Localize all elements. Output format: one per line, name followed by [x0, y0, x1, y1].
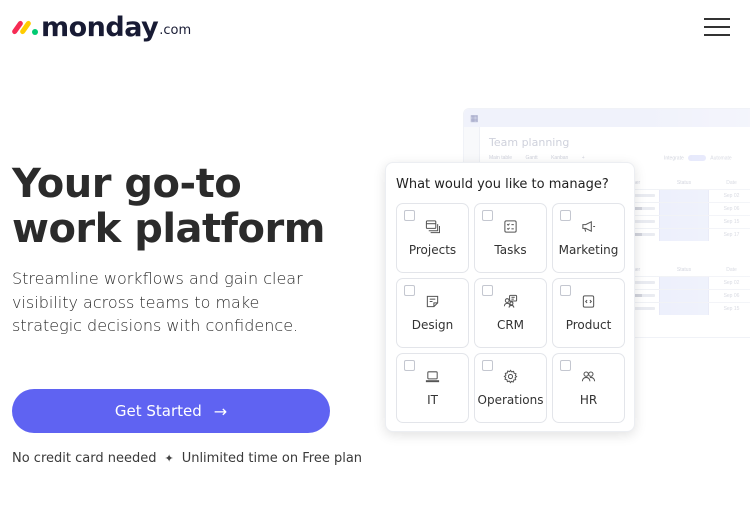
option-crm[interactable]: CRM: [474, 278, 547, 348]
option-hr[interactable]: HR: [552, 353, 625, 423]
sparkle-separator-icon: ✦: [164, 452, 174, 465]
option-label: Design: [411, 318, 454, 332]
option-operations[interactable]: Operations: [474, 353, 547, 423]
option-product[interactable]: Product: [552, 278, 625, 348]
option-projects[interactable]: Projects: [396, 203, 469, 273]
option-it[interactable]: IT: [396, 353, 469, 423]
option-marketing[interactable]: Marketing: [552, 203, 625, 273]
laptop-icon: [397, 369, 468, 385]
free-plan-text: Unlimited time on Free plan: [181, 451, 363, 466]
projects-icon: [397, 219, 468, 235]
option-design[interactable]: Design: [396, 278, 469, 348]
arrow-right-icon: →: [213, 401, 228, 421]
hero-subtitle: Streamline workflows and gain clear visi…: [12, 269, 303, 335]
hero-title-line-1: Your go-to: [12, 161, 242, 207]
monday-logo[interactable]: monday .com: [11, 12, 192, 43]
picker-options: Projects Tasks Marketing Design CRM Prod…: [396, 203, 625, 423]
site-header: monday .com: [0, 0, 750, 60]
logo-suffix: .com: [159, 23, 192, 38]
manage-picker-card: What would you like to manage? Projects …: [385, 162, 635, 432]
megaphone-icon: [553, 219, 624, 235]
hero-title: Your go-to work platform: [12, 162, 325, 252]
option-label: Operations: [477, 393, 544, 407]
design-icon: [397, 294, 468, 310]
hero-title-line-2: work platform: [12, 206, 325, 252]
option-label: CRM: [496, 318, 525, 332]
option-tasks[interactable]: Tasks: [474, 203, 547, 273]
option-label: Product: [565, 318, 612, 332]
logo-wordmark: monday: [41, 12, 159, 43]
get-started-label: Get Started: [114, 402, 202, 420]
picker-title: What would you like to manage?: [396, 177, 609, 192]
people-icon: [553, 369, 624, 385]
logo-mark-icon: [11, 19, 38, 36]
gear-icon: [475, 369, 546, 385]
no-credit-card-text: No credit card needed: [12, 451, 157, 466]
option-label: IT: [427, 393, 438, 407]
signup-note: No credit card needed ✦ Unlimited time o…: [12, 451, 362, 466]
option-label: HR: [579, 393, 598, 407]
option-label: Projects: [408, 243, 457, 257]
option-label: Marketing: [558, 243, 619, 257]
crm-icon: [475, 294, 546, 310]
hamburger-menu-icon[interactable]: [704, 18, 732, 38]
get-started-button[interactable]: Get Started →: [12, 389, 330, 433]
product-code-icon: [553, 294, 624, 310]
tasks-icon: [475, 219, 546, 235]
option-label: Tasks: [494, 243, 527, 257]
